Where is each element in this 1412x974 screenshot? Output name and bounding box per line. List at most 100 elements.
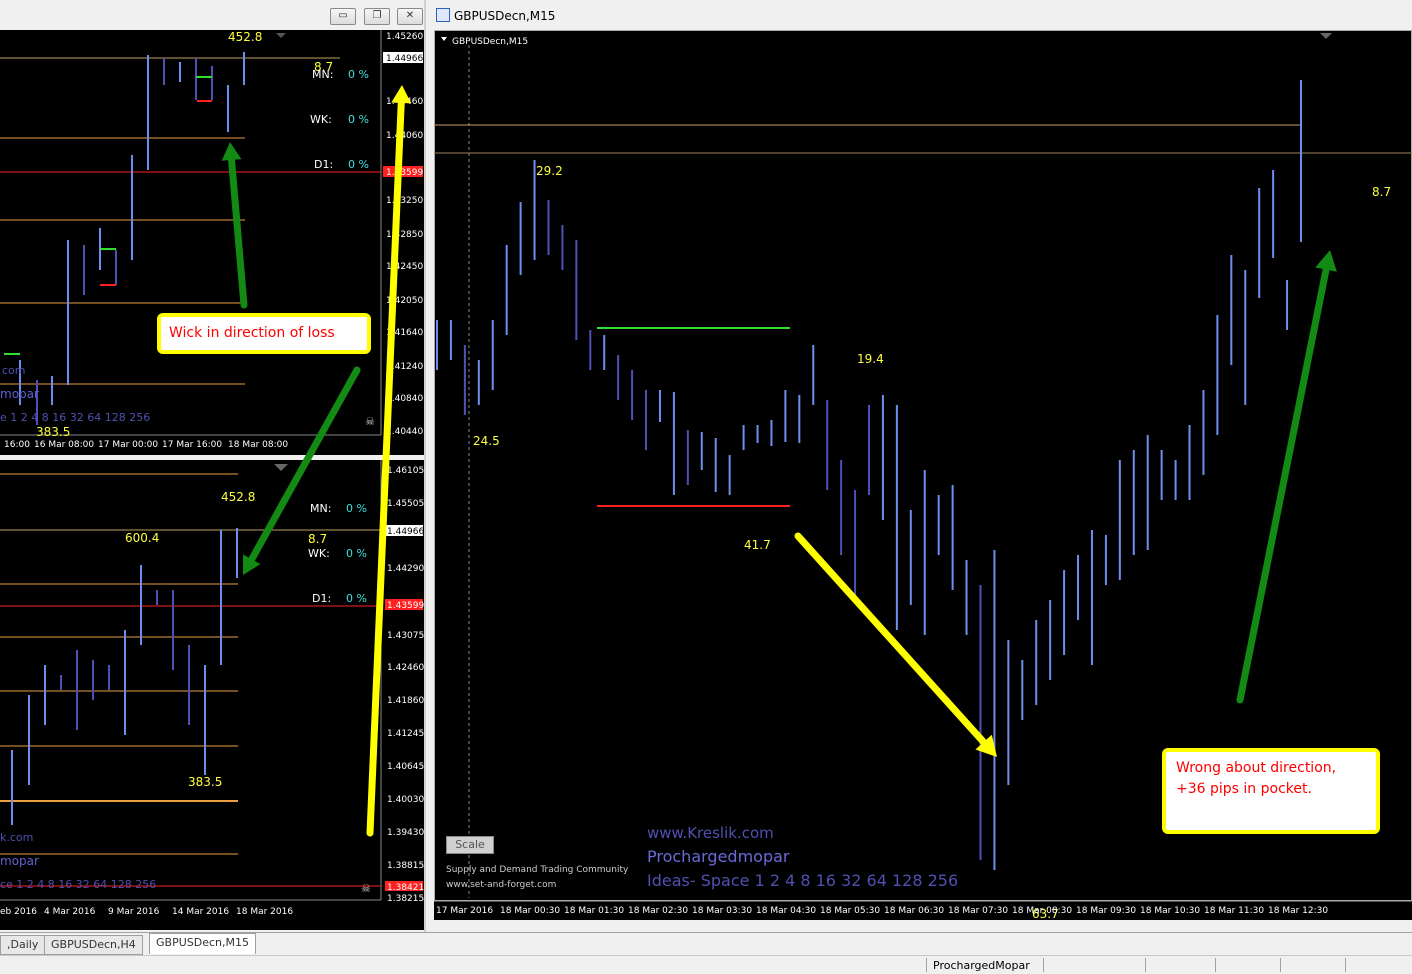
label-19-4: 19.4 xyxy=(857,352,884,366)
stat-mn-label: MN: xyxy=(312,68,333,81)
shift-marker-icon xyxy=(274,464,288,471)
time-tick: 18 Mar 01:30 xyxy=(564,906,624,916)
status-bar: ProchargedMopar xyxy=(0,955,1412,974)
time-tick: 18 Mar 2016 xyxy=(236,907,293,917)
time-tick: 14 Mar 2016 xyxy=(172,907,229,917)
price-tick: 1.40440 xyxy=(386,427,423,437)
time-tick: 18 Mar 07:30 xyxy=(948,906,1008,916)
stat-d1-label: D1: xyxy=(314,158,333,171)
time-tick: 18 Mar 05:30 xyxy=(820,906,880,916)
status-divider xyxy=(1280,958,1281,972)
stat-d1-label: D1: xyxy=(312,592,331,605)
label-24-5: 24.5 xyxy=(473,434,500,448)
label-29-2: 29.2 xyxy=(536,164,563,178)
price-tick-sl: 1.43599 xyxy=(387,601,424,611)
stat-mn-value: 0 % xyxy=(348,68,369,81)
watermark-2: Prochargedmopar xyxy=(647,847,790,866)
time-tick: 18 Mar 06:30 xyxy=(884,906,944,916)
dropdown-triangle-icon xyxy=(441,37,447,41)
price-tick: 1.45260 xyxy=(386,32,423,42)
watermark-1: www.Kreslik.com xyxy=(647,824,774,842)
label-600-4: 600.4 xyxy=(125,531,159,545)
time-tick: 9 Mar 2016 xyxy=(108,907,160,917)
price-axis-bg xyxy=(381,30,424,455)
price-tick: 1.41240 xyxy=(386,362,423,372)
top-left-window: ▭ ❐ ✕ 452.8 8.7 383.5 MN: 0 % WK: 0 % D1: 0 % 1.4… xyxy=(0,0,424,460)
time-tick: eb 2016 xyxy=(0,907,37,917)
skull-icon: ☠ xyxy=(361,882,371,895)
price-tick: 1.41860 xyxy=(387,696,424,706)
label-8-7: 8.7 xyxy=(308,532,327,546)
label-452-8: 452.8 xyxy=(221,490,255,504)
price-tick: 1.38815 xyxy=(387,861,424,871)
status-divider xyxy=(1215,958,1216,972)
time-tick: 17 Mar 2016 xyxy=(436,906,493,916)
time-tick: 18 Mar 08:00 xyxy=(228,440,288,450)
shift-marker-icon xyxy=(276,33,286,38)
price-tick: 1.42460 xyxy=(387,663,424,673)
price-tick: 1.44460 xyxy=(386,97,423,107)
status-divider xyxy=(1145,958,1146,972)
shift-marker-icon xyxy=(1320,33,1332,39)
time-tick: 4 Mar 2016 xyxy=(44,907,96,917)
time-tick: 18 Mar 08:30 xyxy=(1012,906,1072,916)
time-tick: 18 Mar 02:30 xyxy=(628,906,688,916)
stat-mn-value: 0 % xyxy=(346,502,367,515)
price-tick: 1.39430 xyxy=(387,828,424,838)
tab-daily[interactable]: ,Daily xyxy=(0,935,46,955)
watermark-3: ce 1 2 4 8 16 32 64 128 256 xyxy=(0,878,156,891)
price-tick-sl: 1.43599 xyxy=(386,168,423,178)
time-tick: 18 Mar 12:30 xyxy=(1268,906,1328,916)
price-tick: 1.42450 xyxy=(386,262,423,272)
price-tick: 1.45505 xyxy=(387,499,424,509)
time-tick: 16:00 xyxy=(4,440,30,450)
main-titlebar[interactable]: GBPUSDecn,M15 xyxy=(426,0,1412,30)
watermark-3: Ideas- Space 1 2 4 8 16 32 64 128 256 xyxy=(647,871,958,890)
tab-m15[interactable]: GBPUSDecn,M15 xyxy=(149,933,256,954)
label-41-7: 41.7 xyxy=(744,538,771,552)
watermark-1: com xyxy=(2,364,26,377)
minimize-button[interactable]: ▭ xyxy=(330,8,356,25)
price-tick: 1.40645 xyxy=(387,762,424,772)
price-tick: 1.40840 xyxy=(386,394,423,404)
label-383-5: 383.5 xyxy=(188,775,222,789)
price-tick: 1.44290 xyxy=(387,564,424,574)
stat-wk-value: 0 % xyxy=(346,547,367,560)
time-tick: 18 Mar 03:30 xyxy=(692,906,752,916)
stat-d1-value: 0 % xyxy=(348,158,369,171)
footer-community: Supply and Demand Trading Community xyxy=(446,865,629,875)
chart-window-icon xyxy=(436,8,450,22)
price-tick: 1.44060 xyxy=(386,131,423,141)
top-left-chart[interactable]: 452.8 8.7 383.5 MN: 0 % WK: 0 % D1: 0 % 1.45260 1.… xyxy=(0,30,424,455)
time-tick: 18 Mar 09:30 xyxy=(1076,906,1136,916)
time-tick: 18 Mar 10:30 xyxy=(1140,906,1200,916)
status-divider xyxy=(926,958,927,972)
stat-d1-value: 0 % xyxy=(346,592,367,605)
top-left-chart-canvas: 452.88.7383.5MN: 0 %WK: 0 %D1: 0 %1.452601.… xyxy=(0,30,424,455)
bottom-left-chart[interactable]: 452.8 600.4 8.7 383.5 MN: 0 % WK: 0 % D1: 0 % 1.46… xyxy=(0,460,424,930)
scale-button[interactable]: Scale xyxy=(446,836,494,854)
price-tick: 1.41245 xyxy=(387,729,424,739)
status-divider xyxy=(1345,958,1346,972)
label-383-5: 383.5 xyxy=(36,425,70,439)
price-tick: 1.43075 xyxy=(387,631,424,641)
chart-tab-bar: ,Daily GBPUSDecn,H4 GBPUSDecn,M15 xyxy=(0,932,1412,955)
main-chart[interactable]: GBPUSDecn,M15 29.2 24.5 19.4 41.7 63.7 8.7 17 M… xyxy=(434,30,1412,920)
price-tick: 1.42050 xyxy=(386,296,423,306)
time-tick: 18 Mar 00:30 xyxy=(500,906,560,916)
price-tick-current: 1.44966 xyxy=(386,54,423,64)
stat-wk-label: WK: xyxy=(308,547,330,560)
time-tick: 16 Mar 08:00 xyxy=(34,440,94,450)
bottom-left-chart-canvas: 452.8 600.4 8.7 383.5 MN: 0 % WK: 0 % D1: 0 % 1.46… xyxy=(0,460,424,917)
tab-h4[interactable]: GBPUSDecn,H4 xyxy=(44,935,143,955)
watermark-1: k.com xyxy=(0,831,33,844)
watermark-3: e 1 2 4 8 16 32 64 128 256 xyxy=(0,411,150,424)
time-tick: 17 Mar 16:00 xyxy=(162,440,222,450)
top-left-note: Wick in direction of loss xyxy=(157,313,371,354)
bottom-left-window: 452.8 600.4 8.7 383.5 MN: 0 % WK: 0 % D1: 0 % 1.46… xyxy=(0,460,424,932)
stat-wk-value: 0 % xyxy=(348,113,369,126)
restore-button[interactable]: ❐ xyxy=(364,8,390,25)
close-button[interactable]: ✕ xyxy=(397,8,423,25)
time-tick: 18 Mar 04:30 xyxy=(756,906,816,916)
chart-symbol-label: GBPUSDecn,M15 xyxy=(452,37,528,47)
